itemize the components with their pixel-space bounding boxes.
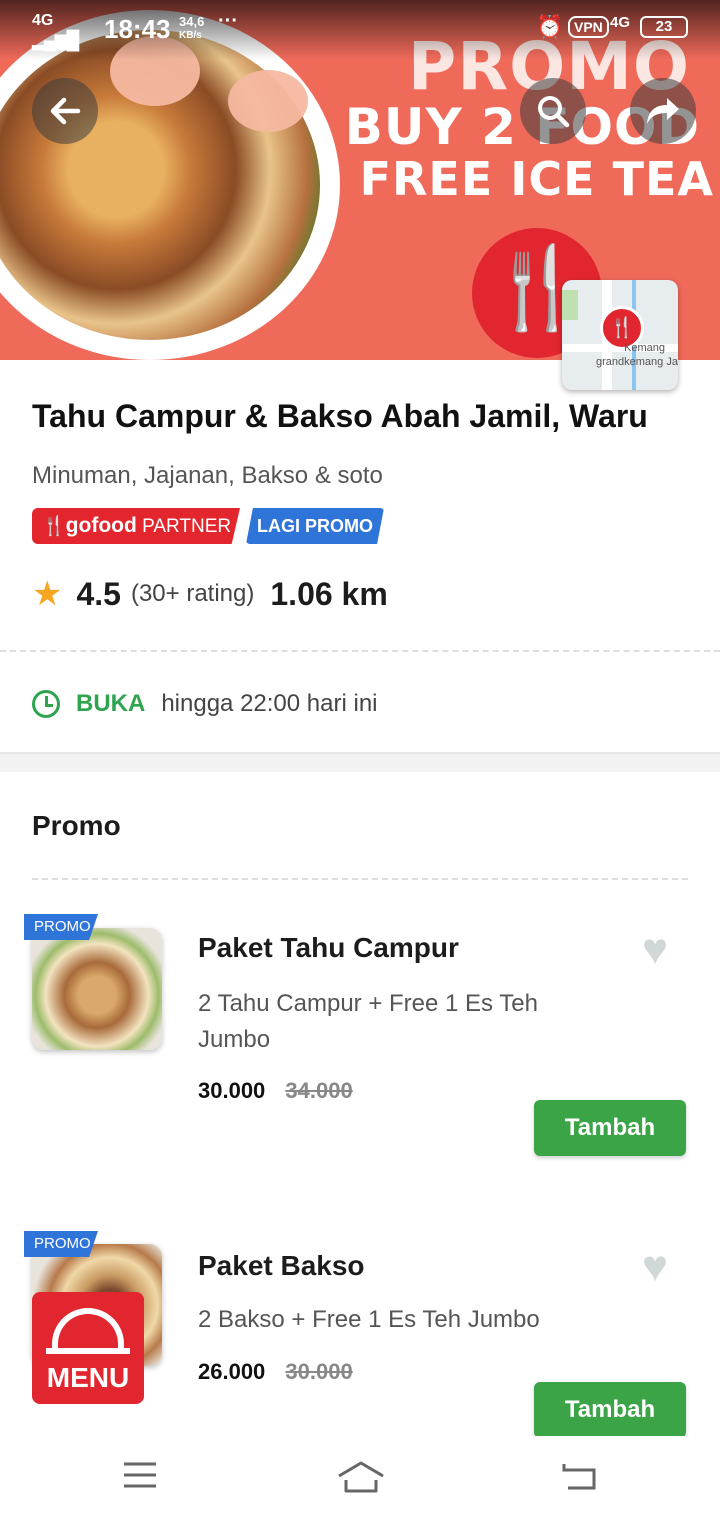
back-arrow-icon [50, 97, 81, 125]
menu-button[interactable]: MENU [32, 1292, 144, 1404]
map-thumbnail[interactable]: 🍴 Kemang grandkemang Ja [562, 280, 678, 390]
alarm-icon: ⏰ [536, 14, 564, 39]
item-description: 2 Bakso + Free 1 Es Teh Jumbo [198, 1306, 540, 1333]
open-status: BUKA [76, 690, 146, 717]
section-gap [0, 752, 720, 772]
system-nav-bar [0, 1436, 720, 1520]
back-icon[interactable] [560, 1460, 598, 1492]
rating-value: 4.5 [76, 575, 121, 612]
signal-icon: ▂▄▆█ [32, 30, 79, 50]
vpn-badge: VPN [568, 16, 609, 38]
network-right: 4G [610, 14, 631, 31]
restaurant-name: Tahu Campur & Bakso Abah Jamil, Waru [32, 398, 648, 434]
add-button[interactable]: Tambah [534, 1382, 686, 1438]
fork-icon: 🍴 [42, 516, 66, 537]
distance: 1.06 km [270, 575, 388, 612]
item-price: 30.000 [198, 1078, 266, 1103]
rating-row[interactable]: ★ 4.5 (30+ rating) 1.06 km [32, 574, 388, 614]
map-label-kemang: Kemang [624, 342, 665, 354]
price-row: 30.000 34.000 [198, 1078, 353, 1104]
promo-tag: PROMO [24, 1231, 98, 1257]
menu-label: MENU [46, 1362, 130, 1393]
search-button[interactable] [520, 78, 586, 144]
gofood-partner-badge: 🍴gofood PARTNER [32, 508, 240, 544]
opening-hours: BUKA hingga 22:00 hari ini [32, 686, 378, 722]
item-price: 26.000 [198, 1359, 266, 1384]
heart-icon[interactable]: ♥ [642, 1245, 686, 1289]
share-icon [647, 98, 679, 124]
search-icon [538, 96, 570, 128]
divider [0, 650, 720, 652]
status-bar: 4G ▂▄▆█ 18:43 34,6 KB/s ··· ⏰ VPN 4G 23 [0, 0, 720, 56]
battery-icon: 23 [640, 16, 688, 38]
plate-line [46, 1348, 130, 1354]
section-title: Promo [32, 810, 121, 841]
add-button[interactable]: Tambah [534, 1100, 686, 1156]
restaurant-categories: Minuman, Jajanan, Bakso & soto [32, 462, 383, 489]
hamburger-icon[interactable] [122, 1460, 158, 1490]
banner-line-3: FREE ICE TEA [359, 152, 714, 206]
back-button[interactable] [32, 78, 98, 144]
home-icon[interactable] [336, 1460, 386, 1494]
map-label-grandkemang: grandkemang Ja [596, 356, 678, 368]
speed-unit: KB/s [179, 30, 202, 41]
item-name: Paket Tahu Campur [198, 932, 459, 963]
item-image [32, 928, 162, 1050]
item-old-price: 34.000 [285, 1078, 353, 1103]
heart-icon[interactable]: ♥ [642, 928, 686, 972]
promo-tag: PROMO [24, 914, 98, 940]
speed-value: 34,6 [179, 14, 205, 29]
clock-time: 18:43 [104, 14, 171, 44]
lagi-promo-badge: LAGI PROMO [246, 508, 384, 544]
network-label: 4G [32, 12, 54, 29]
star-icon: ★ [32, 575, 63, 613]
share-button[interactable] [630, 78, 696, 144]
item-name: Paket Bakso [198, 1250, 365, 1281]
more-icon: ··· [218, 10, 238, 32]
cracker-image [228, 70, 308, 132]
item-description: 2 Tahu Campur + Free 1 Es Teh Jumbo [198, 990, 538, 1053]
open-until: hingga 22:00 hari ini [161, 690, 378, 717]
price-row: 26.000 30.000 [198, 1359, 353, 1385]
divider [32, 878, 688, 880]
item-old-price: 30.000 [285, 1359, 353, 1384]
badge-partner: PARTNER [142, 516, 232, 537]
clock-icon [32, 690, 60, 718]
cloche-icon [52, 1308, 124, 1352]
rating-count: (30+ rating) [130, 580, 255, 607]
badge-brand: gofood [65, 514, 137, 537]
